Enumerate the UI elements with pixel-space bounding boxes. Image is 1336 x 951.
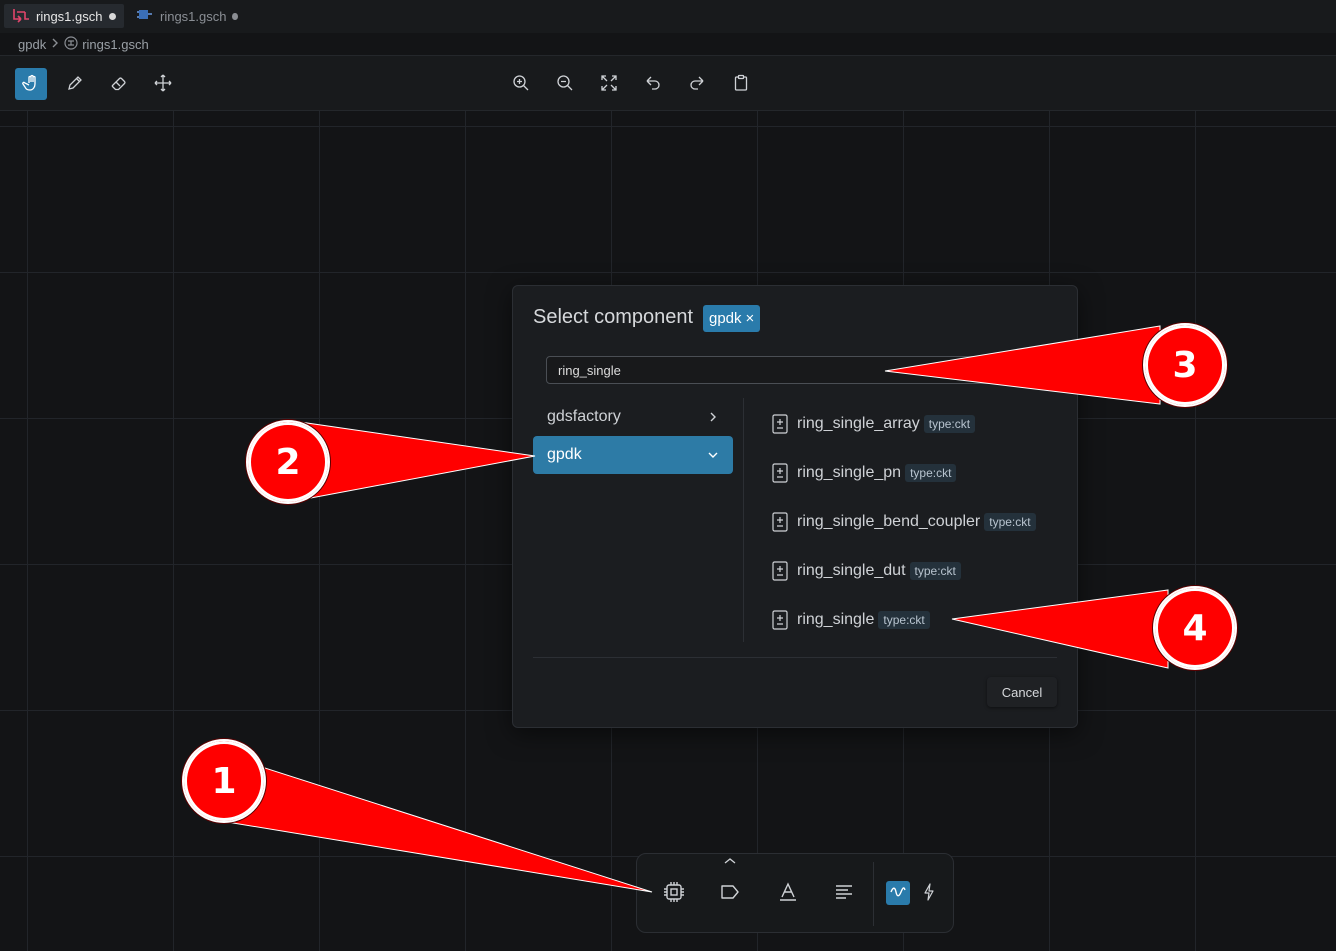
library-label: gdsfactory: [547, 408, 621, 425]
fit-view-button[interactable]: [593, 68, 625, 100]
grid-line: [319, 111, 320, 951]
optical-mode-button[interactable]: [886, 881, 910, 905]
filter-chip-label: gpdk: [709, 310, 742, 327]
label-icon: [719, 881, 741, 906]
zoom-out-icon: [556, 74, 574, 95]
add-text-button[interactable]: [772, 877, 804, 909]
toolbar: [0, 55, 1336, 111]
align-icon: [833, 881, 855, 906]
fit-icon: [600, 74, 618, 95]
component-file-icon: [771, 413, 789, 435]
component-name: ring_single_dut: [797, 562, 906, 579]
component-name: ring_single_pn: [797, 464, 902, 481]
close-icon[interactable]: ×: [746, 310, 755, 327]
hand-tool-button[interactable]: [15, 68, 47, 100]
panel-divider: [743, 398, 744, 642]
type-badge: type:ckt: [984, 513, 1036, 531]
eraser-tool-button[interactable]: [103, 68, 135, 100]
clipboard-icon: [732, 74, 750, 95]
tool-palette: [636, 853, 954, 933]
symbol-icon: [136, 7, 154, 26]
dialog-title: Select component: [533, 306, 694, 328]
filter-chip[interactable]: gpdk ×: [703, 305, 761, 332]
component-file-icon: [771, 462, 789, 484]
type-badge: type:ckt: [923, 415, 976, 433]
breadcrumb-library[interactable]: gpdk: [18, 37, 46, 52]
callout-marker-2: 2: [246, 420, 330, 504]
tab-label: rings1.gsch: [36, 8, 103, 24]
grid-line: [1195, 111, 1196, 951]
library-item-gpdk[interactable]: gpdk: [533, 436, 733, 474]
component-file-icon: [771, 609, 789, 631]
callout-marker-4: 4: [1153, 586, 1237, 670]
add-label-button[interactable]: [714, 877, 746, 909]
component-item[interactable]: ring_single type:ckt: [771, 605, 930, 635]
callout-marker-3: 3: [1143, 323, 1227, 407]
grid-line: [465, 111, 466, 951]
add-component-button[interactable]: [658, 877, 690, 909]
component-name: ring_single_bend_coupler: [797, 513, 981, 530]
type-badge: type:ckt: [909, 562, 961, 580]
component-search-input[interactable]: [546, 356, 1046, 384]
move-icon: [154, 74, 172, 95]
file-schematic-icon: [64, 36, 78, 53]
grid-line: [0, 272, 1336, 273]
tab-label: rings1.gsch: [160, 8, 227, 24]
redo-button[interactable]: [681, 68, 713, 100]
library-label: gpdk: [547, 446, 582, 463]
clipboard-button[interactable]: [725, 68, 757, 100]
component-item[interactable]: ring_single_dut type:ckt: [771, 556, 961, 586]
grid-line: [27, 111, 28, 951]
component-name: ring_single_array: [797, 415, 920, 432]
tab-rings1-symbol[interactable]: rings1.gsch: [128, 4, 246, 28]
tab-rings1-schematic[interactable]: rings1.gsch: [4, 4, 124, 28]
component-file-icon: [771, 511, 789, 533]
grid-line: [0, 126, 1336, 127]
lightning-icon: [923, 882, 935, 904]
dialog-footer-divider: [533, 657, 1057, 658]
cancel-button[interactable]: Cancel: [987, 677, 1057, 707]
chevron-up-icon[interactable]: [723, 854, 737, 869]
type-badge: type:ckt: [878, 611, 930, 629]
move-tool-button[interactable]: [147, 68, 179, 100]
zoom-in-button[interactable]: [505, 68, 537, 100]
chevron-down-icon: [707, 449, 719, 461]
component-item[interactable]: ring_single_bend_coupler type:ckt: [771, 507, 1036, 537]
select-component-dialog: Select component gpdk × gdsfactory gpdk …: [512, 285, 1078, 728]
wave-icon: [890, 886, 906, 901]
type-badge: type:ckt: [905, 464, 957, 482]
chip-icon: [662, 880, 686, 907]
undo-icon: [644, 74, 662, 95]
grid-line: [173, 111, 174, 951]
unsaved-dot-icon: [232, 12, 238, 20]
pencil-icon: [66, 74, 84, 95]
component-item[interactable]: ring_single_array type:ckt: [771, 409, 976, 439]
hand-icon: [22, 74, 40, 95]
breadcrumb-file[interactable]: rings1.gsch: [82, 37, 148, 52]
zoom-in-icon: [512, 74, 530, 95]
chevron-right-icon: [707, 411, 719, 423]
component-item[interactable]: ring_single_pn type:ckt: [771, 458, 957, 488]
unsaved-dot-icon: [109, 12, 116, 20]
callout-marker-1: 1: [182, 739, 266, 823]
text-icon: [777, 881, 799, 906]
library-item-gdsfactory[interactable]: gdsfactory: [533, 398, 733, 436]
pencil-tool-button[interactable]: [59, 68, 91, 100]
redo-icon: [688, 74, 706, 95]
align-button[interactable]: [828, 877, 860, 909]
palette-divider: [873, 862, 874, 926]
schematic-icon: [12, 7, 30, 26]
breadcrumb: gpdk rings1.gsch: [18, 36, 149, 53]
eraser-icon: [110, 74, 128, 95]
tab-bar: rings1.gsch rings1.gsch: [0, 0, 1336, 33]
component-name: ring_single: [797, 611, 875, 628]
electrical-mode-button[interactable]: [913, 877, 945, 909]
zoom-out-button[interactable]: [549, 68, 581, 100]
undo-button[interactable]: [637, 68, 669, 100]
component-file-icon: [771, 560, 789, 582]
chevron-right-icon: [50, 37, 60, 52]
